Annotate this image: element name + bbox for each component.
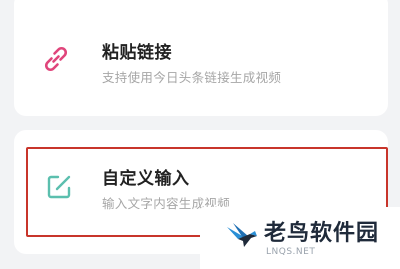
screen: 粘贴链接 支持使用今日头条链接生成视频 自定义输入 输入文字内容生成视频 老鸟软…	[0, 0, 400, 269]
paste-link-title: 粘贴链接	[102, 43, 172, 63]
watermark: 老鸟软件园 LNQS.NET	[200, 207, 400, 269]
paste-link-subtitle: 支持使用今日头条链接生成视频	[102, 70, 282, 85]
bird-logo-icon	[224, 217, 260, 253]
watermark-title: 老鸟软件园	[264, 221, 380, 246]
link-icon	[39, 42, 73, 76]
edit-icon	[42, 170, 76, 204]
custom-input-title: 自定义输入	[102, 169, 190, 189]
watermark-url: LNQS.NET	[266, 247, 316, 257]
